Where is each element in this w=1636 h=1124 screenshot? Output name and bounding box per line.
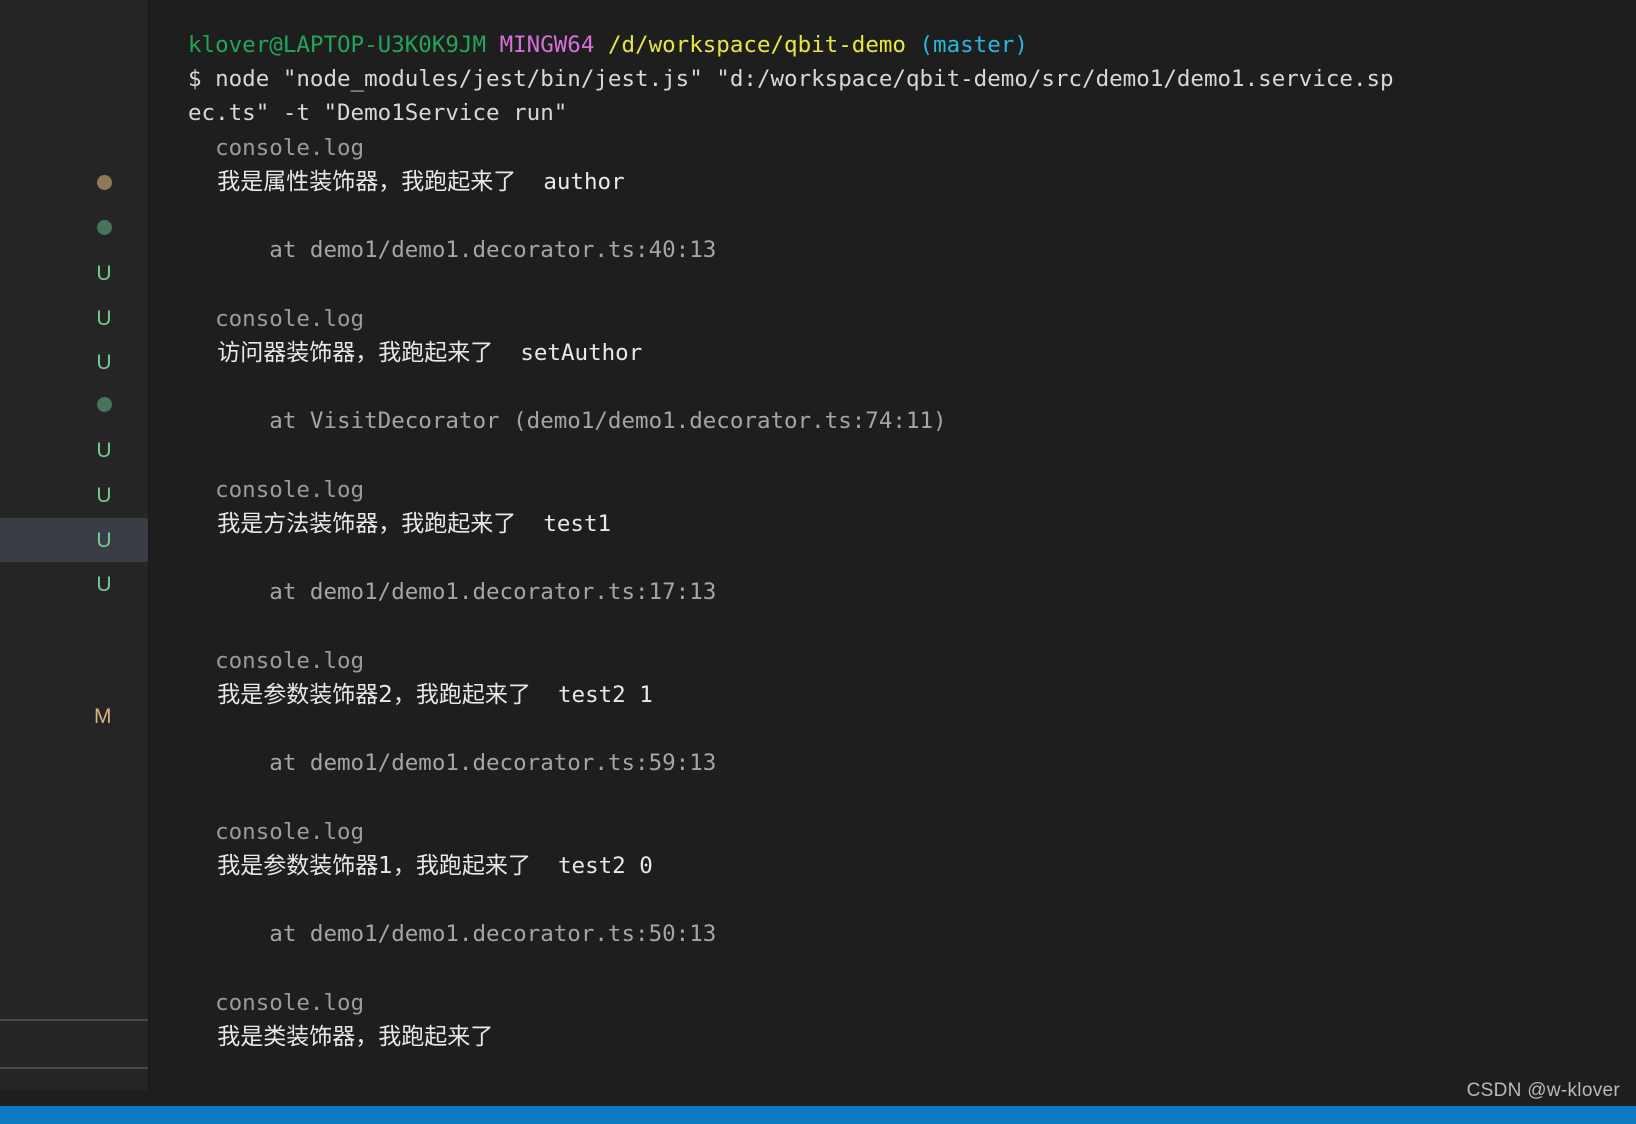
log-message-text: 我是参数装饰器2，我跑起来了 xyxy=(188,681,531,708)
prompt-git-branch: (master) xyxy=(919,32,1028,58)
log-message-arg: author xyxy=(516,168,625,195)
log-label: console.log xyxy=(188,134,365,161)
log-label: console.log xyxy=(188,818,365,845)
prompt-shell: MINGW64 xyxy=(499,32,595,58)
command-text-part-1: node "node_modules/jest/bin/jest.js" "d:… xyxy=(215,66,1394,93)
explorer-section-divider xyxy=(0,1019,148,1021)
command-line-2: ec.ts" -t "Demo1Service run" xyxy=(188,100,568,127)
explorer-row[interactable] xyxy=(0,382,148,426)
explorer-row[interactable]: U xyxy=(0,251,148,295)
log-message-line: 我是方法装饰器，我跑起来了 test1 xyxy=(188,507,1636,541)
log-spacer xyxy=(188,267,1636,301)
prompt-space-3 xyxy=(906,32,920,58)
log-message-arg: test1 xyxy=(516,510,612,537)
prompt-space-2 xyxy=(594,32,608,58)
log-message-line: 我是参数装饰器2，我跑起来了 test2 1 xyxy=(188,678,1636,712)
command-line-1: $ node "node_modules/jest/bin/jest.js" "… xyxy=(188,62,1636,96)
git-status-untracked-badge: U xyxy=(96,572,112,596)
explorer-gutter-panel[interactable]: UUUUUUUM xyxy=(0,0,150,1090)
explorer-row[interactable]: U xyxy=(0,473,148,517)
explorer-row[interactable] xyxy=(0,205,148,249)
log-spacer xyxy=(188,780,1636,814)
log-message-line: 访问器装饰器，我跑起来了 setAuthor xyxy=(188,336,1636,370)
git-status-untracked-badge: U xyxy=(96,483,112,507)
explorer-row[interactable]: U xyxy=(0,296,148,340)
log-label: console.log xyxy=(188,305,365,332)
explorer-section-divider xyxy=(0,1067,148,1069)
log-spacer xyxy=(188,883,1636,917)
git-status-untracked-badge: U xyxy=(96,261,112,285)
explorer-row[interactable] xyxy=(0,160,148,204)
file-type-dot-icon xyxy=(97,219,112,235)
git-status-modified-badge: M xyxy=(94,704,112,728)
git-status-untracked-badge: U xyxy=(96,306,112,330)
prompt-space-1 xyxy=(486,32,500,58)
log-stack-trace: at demo1/demo1.decorator.ts:40:13 xyxy=(188,237,717,264)
log-message-text: 我是类装饰器，我跑起来了 xyxy=(188,1023,494,1050)
log-spacer xyxy=(188,438,1636,472)
watermark-text: CSDN @w-klover xyxy=(1466,1080,1620,1101)
status-bar[interactable] xyxy=(0,1106,1636,1124)
log-spacer xyxy=(188,609,1636,643)
explorer-row[interactable]: U xyxy=(0,562,148,606)
log-stack-trace: at demo1/demo1.decorator.ts:50:13 xyxy=(188,921,717,948)
terminal-window: UUUUUUUM klover@LAPTOP-U3K0K9JM MINGW64 … xyxy=(0,0,1636,1124)
prompt-user-host: klover@LAPTOP-U3K0K9JM xyxy=(188,32,487,58)
log-spacer xyxy=(188,712,1636,746)
log-message-arg: setAuthor xyxy=(493,339,643,366)
log-message-line: 我是属性装饰器，我跑起来了 author xyxy=(188,165,1636,199)
log-message-arg: test2 0 xyxy=(530,852,653,879)
git-status-untracked-badge: U xyxy=(96,438,112,462)
log-message-text: 我是属性装饰器，我跑起来了 xyxy=(188,168,517,195)
log-message-arg: test2 1 xyxy=(530,681,653,708)
explorer-row[interactable]: U xyxy=(0,428,148,472)
file-type-dot-icon xyxy=(97,396,112,412)
log-stack-trace: at demo1/demo1.decorator.ts:59:13 xyxy=(188,750,717,777)
log-spacer xyxy=(188,199,1636,233)
explorer-row[interactable]: U xyxy=(0,340,148,384)
log-message-line: 我是参数装饰器1，我跑起来了 test2 0 xyxy=(188,849,1636,883)
log-stack-trace: at VisitDecorator (demo1/demo1.decorator… xyxy=(188,408,947,435)
explorer-row[interactable]: U xyxy=(0,518,148,562)
log-stack-trace: at demo1/demo1.decorator.ts:17:13 xyxy=(188,579,717,606)
file-type-dot-icon xyxy=(97,174,112,190)
log-message-text: 我是方法装饰器，我跑起来了 xyxy=(188,510,517,537)
log-message-line: 我是类装饰器，我跑起来了 xyxy=(188,1020,1636,1054)
log-message-text: 我是参数装饰器1，我跑起来了 xyxy=(188,852,531,879)
log-message-text: 访问器装饰器，我跑起来了 xyxy=(188,339,494,366)
command-sigil: $ xyxy=(188,66,216,93)
git-status-untracked-badge: U xyxy=(96,528,112,552)
log-label: console.log xyxy=(188,647,365,674)
log-block-list: console.log 我是属性装饰器，我跑起来了 author at demo… xyxy=(188,131,1636,1054)
git-status-untracked-badge: U xyxy=(96,350,112,374)
log-spacer xyxy=(188,541,1636,575)
terminal-output-pane[interactable]: klover@LAPTOP-U3K0K9JM MINGW64 /d/worksp… xyxy=(152,0,1636,1090)
log-label: console.log xyxy=(188,989,365,1016)
log-spacer xyxy=(188,370,1636,404)
shell-prompt-line: klover@LAPTOP-U3K0K9JM MINGW64 /d/worksp… xyxy=(188,28,1636,62)
explorer-row[interactable]: M xyxy=(0,694,148,738)
log-spacer xyxy=(188,951,1636,985)
log-label: console.log xyxy=(188,476,365,503)
prompt-path: /d/workspace/qbit-demo xyxy=(607,32,906,58)
